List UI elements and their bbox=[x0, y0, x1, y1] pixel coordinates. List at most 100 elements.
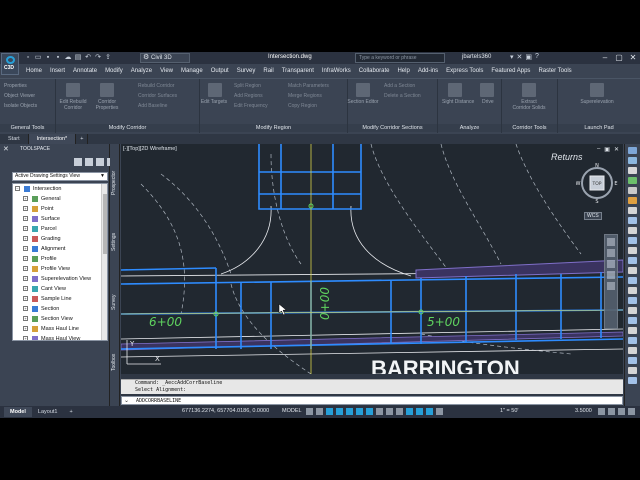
panel-title[interactable]: Launch Pad bbox=[558, 124, 640, 132]
tool-icon[interactable] bbox=[628, 207, 637, 214]
split-region-button[interactable]: Split Region bbox=[234, 83, 261, 89]
steering-wheel-icon[interactable] bbox=[607, 238, 615, 246]
tool-icon[interactable] bbox=[628, 287, 637, 294]
expand-icon[interactable]: + bbox=[23, 206, 28, 211]
tab-annotate[interactable]: Annotate bbox=[69, 68, 101, 74]
add-baseline-button[interactable]: Add Baseline bbox=[138, 103, 167, 109]
tree-item[interactable]: + Section View bbox=[13, 314, 107, 324]
expand-icon[interactable]: + bbox=[23, 196, 28, 201]
expand-icon[interactable]: + bbox=[23, 236, 28, 241]
tab-output[interactable]: Output bbox=[207, 68, 233, 74]
selection-cycling-icon[interactable] bbox=[396, 408, 403, 415]
tool-icon[interactable] bbox=[628, 317, 637, 324]
object-snap-icon[interactable] bbox=[366, 408, 373, 415]
tab-collaborate[interactable]: Collaborate bbox=[355, 68, 394, 74]
side-tab-prospector[interactable]: Prospector bbox=[111, 158, 119, 208]
tool-icon[interactable] bbox=[628, 327, 637, 334]
tool-icon[interactable] bbox=[628, 157, 637, 164]
tree-item[interactable]: + Point bbox=[13, 204, 107, 214]
add-layout-icon[interactable]: + bbox=[63, 407, 78, 417]
superelevation-button[interactable]: Superelevation bbox=[580, 99, 614, 105]
save-icon[interactable]: ▪ bbox=[44, 54, 52, 62]
exchange-icon[interactable]: ✕ bbox=[517, 53, 523, 61]
expand-icon[interactable]: + bbox=[23, 296, 28, 301]
match-parameters-button[interactable]: Match Parameters bbox=[288, 83, 329, 89]
close-icon[interactable]: ✕ bbox=[626, 52, 640, 64]
open-file-icon[interactable]: ▭ bbox=[34, 54, 42, 62]
autoscale-icon[interactable] bbox=[426, 408, 433, 415]
minimize-icon[interactable]: – bbox=[598, 52, 612, 64]
polar-icon[interactable] bbox=[336, 408, 343, 415]
tool-icon[interactable] bbox=[628, 377, 637, 384]
grid-icon[interactable] bbox=[306, 408, 313, 415]
tool-icon[interactable] bbox=[628, 357, 637, 364]
tool-icon[interactable] bbox=[628, 277, 637, 284]
pan-icon[interactable] bbox=[607, 249, 615, 257]
lineweight-icon[interactable] bbox=[376, 408, 383, 415]
viewport-restore-icon[interactable]: ▣ bbox=[604, 146, 610, 153]
isolate-objects-button[interactable]: Isolate Objects bbox=[4, 103, 37, 109]
model-space-button[interactable]: MODEL bbox=[282, 408, 302, 414]
new-tab-icon[interactable]: + bbox=[76, 134, 89, 144]
cloud-icon[interactable]: ☁ bbox=[64, 54, 72, 62]
panel-title[interactable]: Corridor Tools bbox=[502, 124, 557, 132]
tree-item[interactable]: + Cant View bbox=[13, 284, 107, 294]
command-customize-icon[interactable]: ⌄ bbox=[124, 397, 129, 404]
tool-icon[interactable] bbox=[628, 187, 637, 194]
isolate-icon[interactable] bbox=[598, 408, 605, 415]
section-editor-button[interactable]: Section Editor bbox=[346, 99, 380, 105]
show-prospector-icon[interactable] bbox=[74, 158, 82, 166]
expand-icon[interactable]: + bbox=[23, 276, 28, 281]
expand-icon[interactable]: + bbox=[23, 336, 28, 340]
tool-icon[interactable] bbox=[628, 227, 637, 234]
expand-icon[interactable]: + bbox=[23, 226, 28, 231]
tool-icon[interactable] bbox=[628, 247, 637, 254]
merge-regions-button[interactable]: Merge Regions bbox=[288, 93, 322, 99]
add-regions-button[interactable]: Add Regions bbox=[234, 93, 263, 99]
sight-distance-button[interactable]: Sight Distance bbox=[442, 99, 474, 105]
tab-survey[interactable]: Survey bbox=[233, 68, 260, 74]
show-settings-icon[interactable] bbox=[85, 158, 93, 166]
corridor-surfaces-button[interactable]: Corridor Surfaces bbox=[138, 93, 177, 99]
tool-icon[interactable] bbox=[628, 167, 637, 174]
expand-icon[interactable]: + bbox=[23, 326, 28, 331]
tab-intersection[interactable]: Intersection* bbox=[28, 134, 77, 144]
tool-icon[interactable] bbox=[628, 217, 637, 224]
tab-layout1[interactable]: Layout1 bbox=[32, 407, 64, 417]
expand-icon[interactable]: + bbox=[23, 306, 28, 311]
rebuild-corridor-button[interactable]: Rebuild Corridor bbox=[138, 83, 174, 89]
hardware-acceleration-icon[interactable] bbox=[608, 408, 615, 415]
tool-icon[interactable] bbox=[628, 347, 637, 354]
tab-insert[interactable]: Insert bbox=[46, 68, 69, 74]
panel-title[interactable]: Modify Corridor bbox=[56, 124, 199, 132]
side-tab-survey[interactable]: Survey bbox=[111, 284, 119, 320]
dynamic-ucs-icon[interactable] bbox=[406, 408, 413, 415]
side-tab-toolbox[interactable]: Toolbox bbox=[111, 344, 119, 380]
account-icon[interactable]: ▣ bbox=[525, 53, 532, 61]
panel-title[interactable]: Modify Corridor Sections bbox=[348, 124, 437, 132]
tab-model[interactable]: Model bbox=[4, 407, 32, 417]
plot-icon[interactable]: ▤ bbox=[74, 54, 82, 62]
tab-add-ins[interactable]: Add-ins bbox=[414, 68, 442, 74]
tab-raster-tools[interactable]: Raster Tools bbox=[534, 68, 575, 74]
tool-icon[interactable] bbox=[628, 297, 637, 304]
corridor-properties-button[interactable]: Corridor Properties bbox=[90, 99, 124, 111]
panel-title[interactable]: Analyze bbox=[438, 124, 501, 132]
expand-icon[interactable]: + bbox=[23, 316, 28, 321]
annotation-scale[interactable]: 1" = 50' bbox=[500, 408, 518, 414]
extract-corridor-solids-button[interactable]: Extract Corridor Solids bbox=[512, 99, 546, 111]
new-file-icon[interactable]: ▫ bbox=[24, 54, 32, 62]
tree-item[interactable]: + Profile View bbox=[13, 264, 107, 274]
cart-icon[interactable]: ▾ bbox=[510, 53, 514, 61]
tab-manage[interactable]: Manage bbox=[177, 68, 207, 74]
tool-icon[interactable] bbox=[628, 237, 637, 244]
tab-home[interactable]: Home bbox=[22, 68, 46, 74]
tool-icon[interactable] bbox=[628, 367, 637, 374]
save-as-icon[interactable]: ▪ bbox=[54, 54, 62, 62]
search-input[interactable]: Type a keyword or phrase bbox=[355, 53, 445, 63]
tree-item[interactable]: + Mass Haul View bbox=[13, 334, 107, 340]
viewcube-compass[interactable]: TOP N S E W bbox=[576, 162, 618, 204]
tool-icon[interactable] bbox=[628, 337, 637, 344]
expand-icon[interactable]: + bbox=[23, 256, 28, 261]
tree-item[interactable]: + Surface bbox=[13, 214, 107, 224]
